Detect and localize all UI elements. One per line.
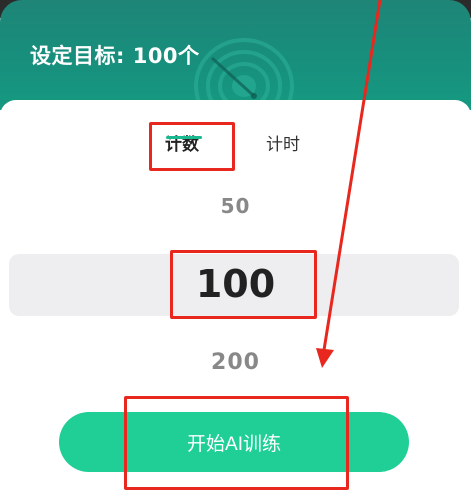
page-title: 设定目标: 100个 (30, 44, 200, 68)
target-icon (194, 38, 294, 110)
picker-option-previous[interactable]: 50 (0, 194, 471, 218)
screen: 设定目标: 100个 计数 计时 50 100 200 开始AI训练 (0, 0, 471, 496)
annotation-box-tab (149, 122, 235, 171)
mode-tabs: 计数 计时 (0, 118, 471, 168)
tab-time[interactable]: 计时 (266, 130, 300, 155)
annotation-box-start (124, 396, 349, 490)
picker-option-next[interactable]: 200 (0, 350, 471, 375)
annotation-box-value (170, 250, 317, 319)
dialog-header: 设定目标: 100个 (0, 0, 471, 110)
